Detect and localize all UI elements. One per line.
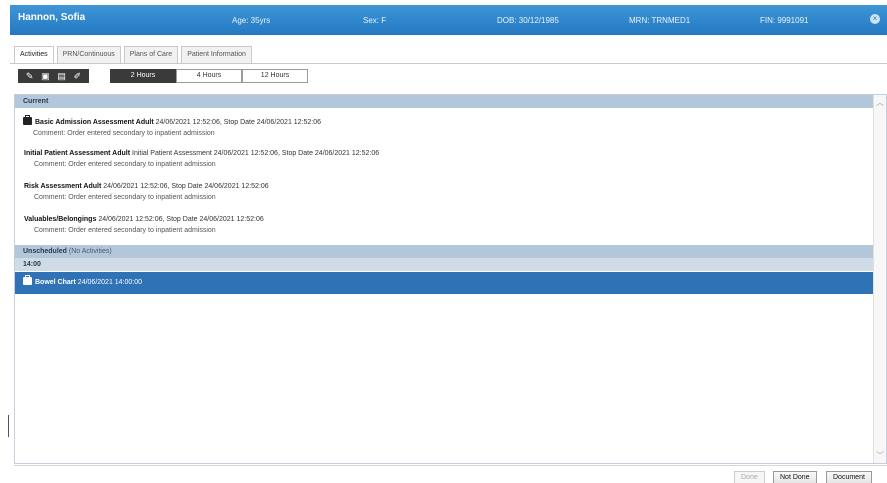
patient-banner: Hannon, Sofia Age: 35yrs Sex: F DOB: 30/… <box>10 5 887 35</box>
activity-detail: 24/06/2021 12:52:06, Stop Date 24/06/202… <box>98 216 264 223</box>
not-done-button[interactable]: Not Done <box>773 471 817 483</box>
tab-activities[interactable]: Activities <box>14 46 54 64</box>
footer-bar: Done Not Done Document <box>14 465 887 483</box>
patient-name: Hannon, Sofia <box>18 12 86 23</box>
activity-detail: 24/06/2021 12:52:06, Stop Date 24/06/202… <box>103 183 269 190</box>
selected-list-item[interactable]: Bowel Chart 24/06/2021 14:00:00 <box>15 272 874 294</box>
activity-comment: Comment: Order entered secondary to inpa… <box>34 194 216 201</box>
activity-detail: 24/06/2021 14:00:00 <box>77 279 143 286</box>
activity-name: Risk Assessment Adult <box>24 183 102 190</box>
time-2-hours-button[interactable]: 2 Hours <box>110 69 176 83</box>
section-current: Current <box>15 95 874 108</box>
patient-fin: FIN: 9991091 <box>760 16 809 25</box>
scroll-down-icon[interactable]: ﹀ <box>876 450 884 461</box>
patient-mrn: MRN: TRNMED1 <box>629 16 691 25</box>
done-button[interactable]: Done <box>734 471 765 483</box>
list-item[interactable]: Initial Patient Assessment Adult Initial… <box>24 150 379 168</box>
time-group-header: 14:00 <box>15 258 874 271</box>
list-item[interactable]: Valuables/Belongings 24/06/2021 12:52:06… <box>24 216 264 234</box>
tab-bar: Activities PRN/Continuous Plans of Care … <box>14 46 252 64</box>
patient-dob: DOB: 30/12/1985 <box>497 16 559 25</box>
activity-detail: Initial Patient Assessment 24/06/2021 12… <box>132 150 380 157</box>
document-button[interactable]: Document <box>826 471 872 483</box>
bag-icon[interactable]: ▣ <box>41 69 50 83</box>
activity-name: Valuables/Belongings <box>24 216 97 223</box>
activity-comment: Comment: Order entered secondary to inpa… <box>33 130 215 137</box>
splitter-handle[interactable] <box>8 415 9 437</box>
time-12-hours-button[interactable]: 12 Hours <box>242 69 308 83</box>
activity-name: Basic Admission Assessment Adult <box>35 119 154 126</box>
close-icon[interactable]: × <box>870 14 880 24</box>
scroll-up-icon[interactable]: ︿ <box>876 97 884 108</box>
bag-icon <box>23 275 32 285</box>
list-item[interactable]: Basic Admission Assessment Adult 24/06/2… <box>23 115 322 137</box>
section-unscheduled: Unscheduled (No Activities) <box>15 245 874 258</box>
activity-detail: 24/06/2021 12:52:06, Stop Date 24/06/202… <box>155 119 322 126</box>
activity-comment: Comment: Order entered secondary to inpa… <box>34 227 216 234</box>
vertical-scrollbar[interactable]: ︿ ﹀ <box>873 95 886 463</box>
activity-name: Initial Patient Assessment Adult <box>24 150 131 157</box>
time-range-selector: 2 Hours 4 Hours 12 Hours <box>110 69 308 83</box>
tab-plans-of-care[interactable]: Plans of Care <box>123 46 179 64</box>
activity-list: Current Basic Admission Assessment Adult… <box>14 94 887 464</box>
section-unscheduled-label: Unscheduled <box>23 248 67 255</box>
list-item[interactable]: Risk Assessment Adult 24/06/2021 12:52:0… <box>24 183 269 201</box>
action-toolbar: ✎ ▣ ▤ ✐ <box>18 69 89 83</box>
tab-prn-continuous[interactable]: PRN/Continuous <box>56 46 121 64</box>
time-4-hours-button[interactable]: 4 Hours <box>176 69 242 83</box>
pencil-icon[interactable]: ✎ <box>26 69 34 83</box>
patient-age: Age: 35yrs <box>232 16 271 25</box>
section-unscheduled-note: (No Activities) <box>68 248 112 255</box>
tab-patient-information[interactable]: Patient Information <box>181 46 252 64</box>
activity-name: Bowel Chart <box>35 279 76 286</box>
clipboard-icon[interactable]: ▤ <box>57 69 66 83</box>
activity-comment: Comment: Order entered secondary to inpa… <box>34 161 216 168</box>
edit-icon[interactable]: ✐ <box>74 69 82 83</box>
tab-divider <box>10 63 887 64</box>
patient-sex: Sex: F <box>363 16 387 25</box>
bag-icon <box>23 115 32 125</box>
